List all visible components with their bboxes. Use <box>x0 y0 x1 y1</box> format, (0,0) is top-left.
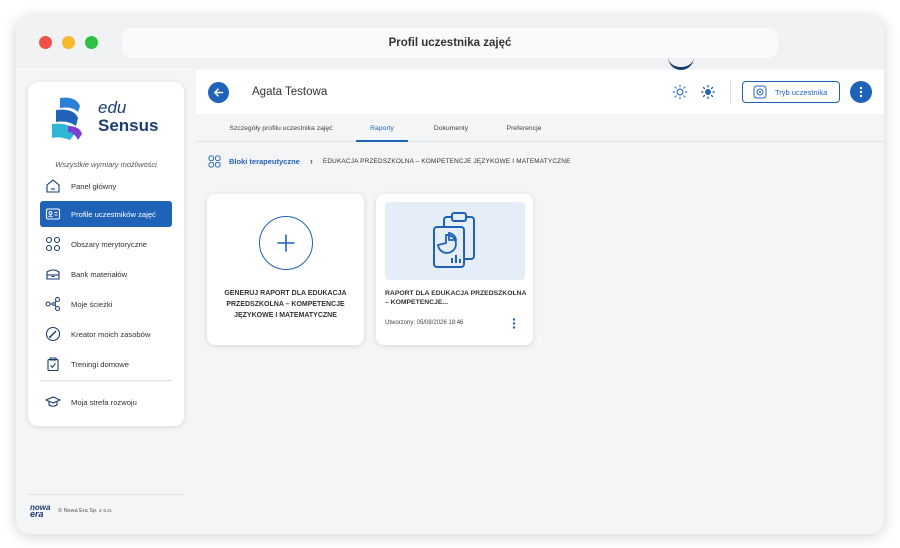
participant-name: Agata Testowa <box>252 86 328 98</box>
tagline: Wszystkie wymiary możliwości <box>55 160 157 169</box>
generate-report-label: GENERUJ RAPORT DLA EDUKACJA PRZEDSZKOLNA… <box>224 290 347 319</box>
maximize-window-button[interactable] <box>85 36 98 49</box>
participant-mode-icon <box>753 85 767 99</box>
main-header: Agata Testowa Tryb uczestnika <box>196 70 884 114</box>
arrow-left-icon <box>214 88 224 97</box>
profile-tabs: Szczegóły profilu uczestnika zajęć Rapor… <box>196 116 884 142</box>
sidebar-divider <box>40 380 172 381</box>
sidebar-item-label: Bank materiałów <box>71 269 128 279</box>
sidebar-item-moje-sciezki[interactable]: Moje ścieżki <box>40 292 172 316</box>
tab-preferencje[interactable]: Preferencje <box>494 116 554 142</box>
sidebar-item-label: Obszary merytoryczne <box>71 239 147 249</box>
app-window: Profil uczestnika zajęć edu Sensus Wszys… <box>16 16 884 534</box>
tab-dokumenty[interactable]: Dokumenty <box>422 116 480 142</box>
brush-icon <box>44 325 62 343</box>
back-button[interactable] <box>208 82 229 103</box>
tab-szczegoly-profilu[interactable]: Szczegóły profilu uczestnika zajęć <box>206 116 356 142</box>
tab-raporty[interactable]: Raporty <box>356 116 408 142</box>
archive-icon <box>44 265 62 283</box>
sidebar-item-treningi-domowe[interactable]: Treningi domowe <box>40 352 172 376</box>
more-options-button[interactable] <box>850 81 872 103</box>
generate-report-card[interactable]: GENERUJ RAPORT DLA EDUKACJA PRZEDSZKOLNA… <box>207 194 364 345</box>
sidebar-item-strefa-rozwoju[interactable]: Moja strefa rozwoju <box>40 390 172 414</box>
report-card[interactable]: RAPORT DLA EDUKACJA PRZEDSZKOLNA – KOMPE… <box>376 194 533 345</box>
sidebar-item-obszary-merytoryczne[interactable]: Obszary merytoryczne <box>40 232 172 256</box>
more-vertical-icon <box>859 86 863 98</box>
sidebar-item-label: Kreator moich zasobów <box>71 329 151 339</box>
sidebar-item-panel-glowny[interactable]: Panel główny <box>40 174 172 198</box>
breadcrumb: Bloki terapeutyczne › EDUKACJA PRZEDSZKO… <box>208 154 571 168</box>
grid-icon <box>44 235 62 253</box>
home-icon <box>44 177 62 195</box>
participant-mode-button[interactable]: Tryb uczestnika <box>742 81 840 103</box>
graduation-cap-icon <box>44 393 62 411</box>
sidebar-item-label: Profile uczestników zajęć <box>71 209 156 219</box>
report-created-date: Utworzony: 05/08/2026 18:46 <box>385 320 464 326</box>
id-card-icon <box>44 205 62 223</box>
share-nodes-icon <box>44 295 62 313</box>
nowa-era-logo: nowa era <box>30 503 51 519</box>
sidebar-item-label: Panel główny <box>71 181 117 191</box>
sidebar-item-bank-materialow[interactable]: Bank materiałów <box>40 262 172 286</box>
close-window-button[interactable] <box>39 36 52 49</box>
window-title: Profil uczestnika zajęć <box>388 37 512 49</box>
report-more-button[interactable] <box>508 316 520 330</box>
report-thumbnail <box>385 202 525 280</box>
breadcrumb-current: EDUKACJA PRZEDSZKOLNA – KOMPETENCJE JĘZY… <box>322 157 571 165</box>
report-document-icon <box>433 212 475 268</box>
report-title: RAPORT DLA EDUKACJA PRZEDSZKOLNA – KOMPE… <box>385 290 527 306</box>
sidebar: edu Sensus Wszystkie wymiary możliwości … <box>28 82 184 426</box>
copyright-text: © Nowa Era Sp. z o.o. <box>58 508 113 514</box>
sidebar-item-kreator-zasobow[interactable]: Kreator moich zasobów <box>40 322 172 346</box>
sidebar-item-label: Moja strefa rozwoju <box>71 397 137 407</box>
title-bar: Profil uczestnika zajęć <box>16 16 884 68</box>
edusensus-logo-icon <box>52 97 82 140</box>
minimize-window-button[interactable] <box>62 36 75 49</box>
more-vertical-icon <box>512 317 516 329</box>
sidebar-item-profile-uczestnikow[interactable]: Profile uczestników zajęć <box>40 201 172 227</box>
logo-text-sensus: Sensus <box>98 116 159 135</box>
chevron-right-icon: › <box>309 156 313 166</box>
sidebar-item-label: Moje ścieżki <box>71 299 113 309</box>
light-mode-icon[interactable] <box>672 84 688 100</box>
plus-icon <box>259 216 313 270</box>
sidebar-item-label: Treningi domowe <box>71 359 129 369</box>
logo-text-edu: edu <box>98 98 127 117</box>
checklist-icon <box>44 355 62 373</box>
sidebar-footer-divider <box>28 494 184 495</box>
grid-icon <box>208 154 221 168</box>
breadcrumb-link-bloki[interactable]: Bloki terapeutyczne <box>229 157 300 166</box>
header-separator <box>730 80 731 104</box>
high-contrast-icon[interactable] <box>700 84 716 100</box>
